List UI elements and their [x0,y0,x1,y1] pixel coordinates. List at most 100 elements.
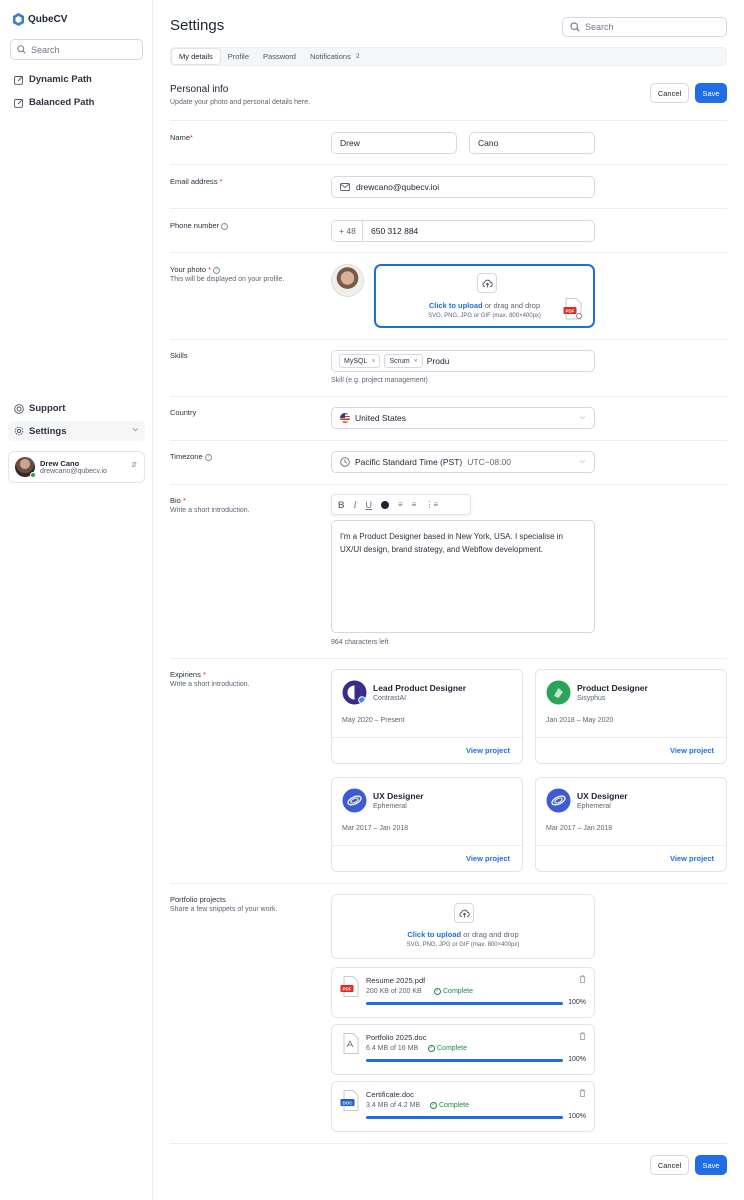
phone-input[interactable]: 650 312 884 [362,220,595,242]
help-icon[interactable]: ? [221,222,229,230]
phone-country-code[interactable]: + 48 [331,220,363,242]
photo-upload-dropzone[interactable]: Click to upload or drag and drop SVG, PN… [374,264,595,328]
experience-title: Lead Product Designer [373,683,467,693]
user-card[interactable]: Drew Cano drewcano@qubecv.io ⇵ [8,451,145,483]
remove-tag-icon[interactable]: × [371,358,375,365]
uploaded-file-card: PDF Resume 2025.pdf 200 KB of 200 KB ✓ Co… [331,967,595,1018]
experience-company: ContrastAI [373,695,407,702]
upload-percent: 100% [568,999,586,1006]
help-icon[interactable]: ? [213,266,221,274]
country-select[interactable]: United States ⌵ [331,407,595,429]
skills-input[interactable]: MySQL × Scrum × Produ [331,350,595,372]
tab-my-details[interactable]: My details [171,48,221,65]
cancel-button[interactable]: Cancel [650,83,689,103]
experience-dates: Mar 2017 – Jan 2018 [546,825,613,832]
doc-file-icon [343,1033,359,1054]
align-center-icon[interactable]: ≡ [412,500,417,509]
clock-icon [340,457,350,467]
trash-icon[interactable] [579,1089,586,1097]
tab-password[interactable]: Password [256,48,303,65]
italic-icon[interactable]: I [354,500,357,510]
required-marker: * [202,670,206,679]
view-project-link[interactable]: View project [670,746,714,755]
divider [170,208,727,209]
doc-file-icon: DOC [340,1090,359,1111]
last-name-input[interactable]: Cano [469,132,595,154]
remove-tag-icon[interactable]: × [414,358,418,365]
timezone-label-text: Timezone [170,452,203,461]
underline-icon[interactable]: U [366,500,373,510]
sidebar-item-dynamic-path[interactable]: Dynamic Path [14,74,92,85]
sidebar-search-input[interactable]: Search [10,39,143,60]
search-input[interactable]: Search [562,17,727,37]
tab-label: Profile [227,52,250,61]
view-project-link[interactable]: View project [670,854,714,863]
trash-icon[interactable] [579,975,586,983]
experience-company: Sisyphus [577,695,606,702]
trash-icon[interactable] [579,1032,586,1040]
skill-tag[interactable]: MySQL × [339,354,381,368]
chevron-down-icon: ⌵ [579,458,585,465]
portfolio-upload-dropzone[interactable]: Click to upload or drag and drop SVG, PN… [331,894,595,959]
bio-label: Bio * [170,496,186,505]
view-project-link[interactable]: View project [466,854,510,863]
divider [170,883,727,884]
first-name-input[interactable]: Drew [331,132,457,154]
upload-progress-fill [366,1002,563,1005]
upload-progress-bar [366,1002,563,1005]
app-logo[interactable]: QubeCV [13,13,67,26]
file-size: 3.4 MB of 4.2 MB [366,1102,421,1109]
email-field[interactable]: drewcano@qubecv.ioi [331,176,595,198]
edit-icon [14,75,24,85]
click-to-upload-link[interactable]: Click to upload [407,930,461,939]
text-color-icon[interactable] [381,500,389,509]
divider [170,440,727,441]
country-value: United States [355,413,407,423]
file-size: 6.4 MB of 16 MB [366,1045,419,1052]
sidebar-item-label: Settings [29,425,67,437]
chevron-down-icon: ⌵ [132,426,138,433]
bullet-list-icon[interactable]: ⋮≡ [425,500,438,509]
skill-tag-label: Scrum [389,357,410,365]
sidebar-item-balanced-path[interactable]: Balanced Path [14,97,94,108]
chevron-selector-icon: ⇵ [131,462,137,469]
file-name: Resume 2025.pdf [366,976,426,985]
help-icon[interactable]: ? [204,453,212,461]
divider [332,737,522,738]
sidebar-item-settings[interactable]: Settings ⌵ [8,421,145,441]
uploaded-file-card: DOC Certificate.doc 3.4 MB of 4.2 MB ✓ Co… [331,1081,595,1132]
divider [332,845,522,846]
experience-dates: Jan 2018 – May 2020 [546,717,614,724]
experience-sublabel: Write a short introduction. [170,681,250,688]
portfolio-sublabel: Share a few snippets of your work. [170,906,278,913]
experience-card: Lead Product Designer ContrastAI May 202… [331,669,523,764]
sidebar: QubeCV Search Dynamic Path Balanced Path… [0,0,153,1200]
tab-notifications[interactable]: Notifications 2 [303,48,366,65]
divider [170,658,727,659]
bio-textarea[interactable]: I'm a Product Designer based in New York… [331,520,595,633]
divider [170,120,727,121]
drag-drop-text: or drag and drop [484,301,541,310]
file-size: 200 KB of 200 KB [366,988,422,995]
experience-card: Product Designer Sisyphus Jan 2018 – May… [535,669,727,764]
tab-profile[interactable]: Profile [221,48,256,65]
upload-formats: SVG, PNG, JPG or GIF (max. 800×400px) [406,942,520,948]
click-to-upload-link[interactable]: Click to upload [429,301,483,310]
upload-progress-bar [366,1059,563,1062]
sidebar-item-label: Balanced Path [29,97,95,108]
upload-progress-fill [366,1059,563,1062]
view-project-link[interactable]: View project [466,746,510,755]
footer-save-button[interactable]: Save [695,1155,727,1175]
divider [170,164,727,165]
align-left-icon[interactable]: ≡ [398,500,403,509]
upload-status: ✓ Complete [428,1045,467,1052]
timezone-select[interactable]: Pacific Standard Time (PST) UTC−08:00 ⌵ [331,451,595,473]
save-button[interactable]: Save [695,83,727,103]
skill-tag[interactable]: Scrum × [384,354,423,368]
online-status-dot [30,472,36,478]
sidebar-item-support[interactable]: Support [14,403,65,414]
divider [170,484,727,485]
bold-icon[interactable]: B [338,500,345,510]
edit-icon [14,98,24,108]
footer-cancel-button[interactable]: Cancel [650,1155,689,1175]
